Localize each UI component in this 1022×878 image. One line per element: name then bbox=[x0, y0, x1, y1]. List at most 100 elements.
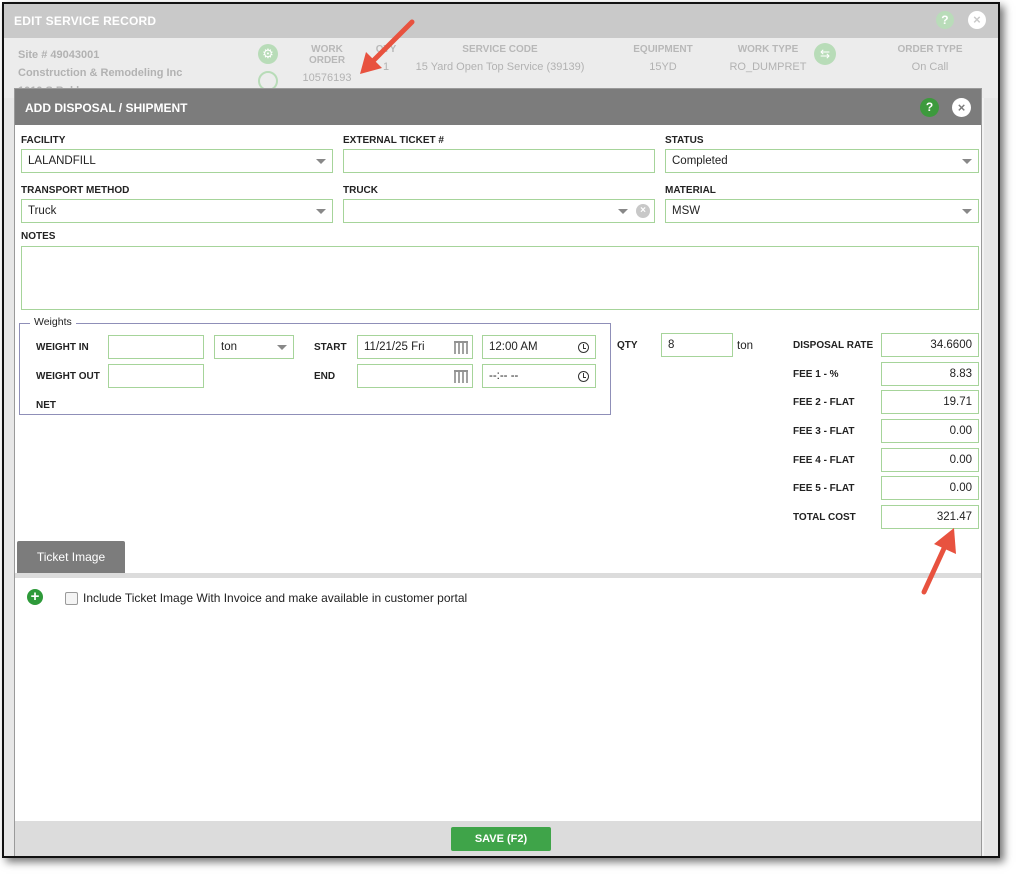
modal-title: ADD DISPOSAL / SHIPMENT bbox=[25, 101, 188, 115]
background-window-header: EDIT SERVICE RECORD ? × bbox=[4, 4, 998, 38]
caret-down-icon bbox=[316, 159, 326, 164]
service-code-label: SERVICE CODE bbox=[462, 44, 538, 55]
fee-5-value: 0.00 bbox=[949, 482, 972, 494]
truck-label: TRUCK bbox=[343, 185, 378, 196]
qty-input[interactable]: 8 bbox=[661, 333, 733, 357]
modal-header: ADD DISPOSAL / SHIPMENT ? × bbox=[15, 89, 981, 125]
material-select[interactable]: MSW bbox=[665, 199, 979, 223]
clear-icon[interactable]: × bbox=[636, 204, 650, 218]
end-time-input[interactable]: --:-- -- bbox=[482, 364, 596, 388]
weight-in-label: WEIGHT IN bbox=[36, 342, 89, 353]
fee-4-label: FEE 4 - FLAT bbox=[793, 455, 855, 466]
save-button[interactable]: SAVE (F2) bbox=[451, 827, 551, 851]
caret-down-icon bbox=[316, 209, 326, 214]
facility-select[interactable]: LALANDFILL bbox=[21, 149, 333, 173]
work-type-label: WORK TYPE bbox=[737, 44, 799, 55]
disposal-rate-input[interactable]: 34.6600 bbox=[881, 333, 979, 357]
tab-divider bbox=[15, 573, 981, 578]
weight-out-label: WEIGHT OUT bbox=[36, 371, 100, 382]
tab-bar: Ticket Image bbox=[15, 541, 981, 578]
caret-down-icon bbox=[618, 209, 628, 214]
help-icon[interactable]: ? bbox=[920, 98, 939, 117]
fee-3-label: FEE 3 - FLAT bbox=[793, 426, 855, 437]
caret-down-icon bbox=[277, 345, 287, 350]
fee-4-value: 0.00 bbox=[949, 454, 972, 466]
background-help-icon[interactable]: ? bbox=[936, 11, 954, 29]
equipment-column: EQUIPMENT 15YD bbox=[626, 44, 700, 73]
background-panel-right bbox=[984, 98, 998, 856]
start-date-input[interactable]: 11/21/25 Fri bbox=[357, 335, 473, 359]
work-order-label: WORK ORDER bbox=[308, 44, 346, 66]
gear-icon[interactable]: ⚙ bbox=[258, 44, 278, 64]
work-order-value: 10576193 bbox=[302, 72, 352, 84]
fee-3-input[interactable]: 0.00 bbox=[881, 419, 979, 443]
status-select[interactable]: Completed bbox=[665, 149, 979, 173]
disposal-rate-label: DISPOSAL RATE bbox=[793, 340, 874, 351]
annotation-arrow-total-cost bbox=[921, 528, 956, 595]
start-time-input[interactable]: 12:00 AM bbox=[482, 335, 596, 359]
background-panel-left bbox=[4, 98, 14, 856]
disposal-rate-value: 34.6600 bbox=[930, 339, 972, 351]
facility-value: LALANDFILL bbox=[28, 155, 96, 167]
qty-unit: ton bbox=[737, 340, 753, 352]
weight-unit-value: ton bbox=[221, 341, 237, 353]
fee-5-label: FEE 5 - FLAT bbox=[793, 483, 855, 494]
transport-method-select[interactable]: Truck bbox=[21, 199, 333, 223]
site-number: Site # 49043001 bbox=[18, 49, 100, 61]
order-type-value: On Call bbox=[911, 61, 949, 73]
fee-1-value: 8.83 bbox=[949, 368, 972, 380]
weight-unit-select[interactable]: ton bbox=[214, 335, 294, 359]
include-ticket-checkbox[interactable] bbox=[65, 592, 78, 605]
weight-in-input[interactable] bbox=[108, 335, 204, 359]
end-date-input[interactable] bbox=[357, 364, 473, 388]
weight-out-input[interactable] bbox=[108, 364, 204, 388]
calendar-icon[interactable] bbox=[454, 341, 468, 354]
background-window-title: EDIT SERVICE RECORD bbox=[14, 14, 157, 28]
end-time-value: --:-- -- bbox=[489, 370, 519, 382]
start-time-value: 12:00 AM bbox=[489, 341, 538, 353]
end-label: END bbox=[314, 371, 336, 382]
fee-5-input[interactable]: 0.00 bbox=[881, 476, 979, 500]
caret-down-icon bbox=[962, 209, 972, 214]
start-label: START bbox=[314, 342, 347, 353]
fee-4-input[interactable]: 0.00 bbox=[881, 448, 979, 472]
external-ticket-label: EXTERNAL TICKET # bbox=[343, 135, 444, 146]
order-type-label: ORDER TYPE bbox=[897, 44, 963, 55]
fee-2-input[interactable]: 19.71 bbox=[881, 390, 979, 414]
status-value: Completed bbox=[672, 155, 728, 167]
notes-label: NOTES bbox=[21, 231, 56, 242]
material-label: MATERIAL bbox=[665, 185, 716, 196]
material-value: MSW bbox=[672, 205, 701, 217]
tab-ticket-image[interactable]: Ticket Image bbox=[17, 541, 125, 573]
notes-textarea[interactable] bbox=[21, 246, 979, 310]
background-close-icon[interactable]: × bbox=[968, 11, 986, 29]
add-disposal-modal: ADD DISPOSAL / SHIPMENT ? × FACILITY LAL… bbox=[14, 88, 982, 856]
facility-label: FACILITY bbox=[21, 135, 66, 146]
work-type-value: RO_DUMPRET bbox=[729, 61, 807, 73]
status-label: STATUS bbox=[665, 135, 704, 146]
truck-select[interactable]: × bbox=[343, 199, 655, 223]
annotation-arrow-work-order bbox=[360, 19, 415, 74]
service-code-column: SERVICE CODE 15 Yard Open Top Service (3… bbox=[409, 44, 591, 73]
external-ticket-input[interactable] bbox=[343, 149, 655, 173]
modal-footer: SAVE (F2) bbox=[15, 821, 981, 856]
fee-1-input[interactable]: 8.83 bbox=[881, 362, 979, 386]
include-ticket-label: Include Ticket Image With Invoice and ma… bbox=[83, 591, 468, 605]
app-frame: EDIT SERVICE RECORD ? × Site # 49043001 … bbox=[2, 2, 1000, 858]
total-cost-value: 321.47 bbox=[936, 511, 972, 523]
fee-2-value: 19.71 bbox=[943, 396, 972, 408]
clock-icon[interactable] bbox=[578, 342, 589, 353]
close-icon[interactable]: × bbox=[952, 98, 971, 117]
add-icon[interactable]: + bbox=[27, 589, 43, 605]
swap-icon[interactable]: ⇆ bbox=[814, 43, 836, 65]
fee-1-label: FEE 1 - % bbox=[793, 369, 839, 380]
clock-icon[interactable] bbox=[578, 371, 589, 382]
fee-2-label: FEE 2 - FLAT bbox=[793, 397, 855, 408]
qty-value: 8 bbox=[668, 339, 675, 351]
transport-method-value: Truck bbox=[28, 205, 57, 217]
service-code-value: 15 Yard Open Top Service (39139) bbox=[415, 61, 585, 73]
equipment-value: 15YD bbox=[649, 61, 677, 73]
qty-label: QTY bbox=[617, 340, 638, 351]
calendar-icon[interactable] bbox=[454, 370, 468, 383]
transport-method-label: TRANSPORT METHOD bbox=[21, 185, 130, 196]
